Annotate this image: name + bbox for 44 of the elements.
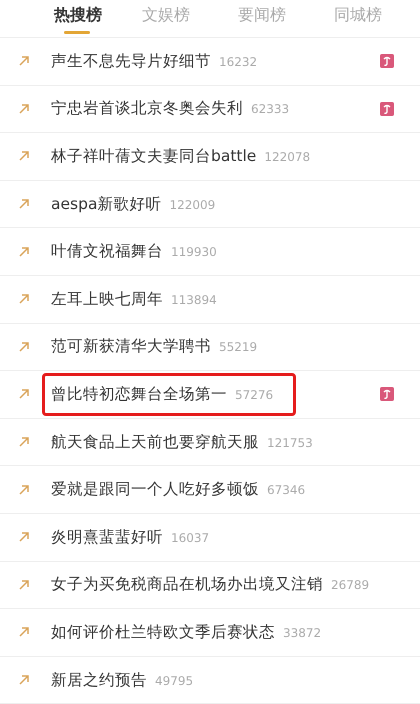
heat-count: 49795	[155, 674, 194, 688]
topic-title[interactable]: 左耳上映七周年	[51, 288, 163, 310]
heat-count: 16037	[171, 530, 210, 545]
topic-title[interactable]: aespa新歌好听	[51, 194, 162, 215]
topic-title[interactable]: 叶倩文祝福舞台	[51, 241, 163, 262]
heat-count: 119930	[171, 245, 217, 260]
heat-count: 33872	[283, 626, 322, 640]
heat-count: 67346	[267, 483, 306, 498]
arrow-icon	[18, 578, 30, 591]
arrow-icon	[18, 340, 30, 353]
arrow-icon	[18, 531, 30, 544]
arrow-icon	[18, 484, 30, 496]
heat-count: 16232	[219, 54, 258, 69]
heat-count: 62333	[251, 102, 290, 116]
topic-title[interactable]: 宁忠岩首谈北京冬奥会失利	[51, 98, 243, 120]
heat-count: 26789	[331, 578, 370, 592]
topic-title[interactable]: 范可新获清华大学聘书	[51, 336, 211, 358]
heat-count: 113894	[171, 292, 217, 307]
heat-count: 121753	[267, 436, 313, 450]
tab[interactable]: 热搜榜	[42, 0, 114, 37]
topic-title[interactable]: 林子祥叶蒨文夫妻同台battle	[51, 146, 256, 167]
arrow-icon	[18, 102, 30, 115]
arrow-icon	[18, 198, 30, 210]
heat-count: 122078	[264, 150, 310, 164]
topic-title[interactable]: 声生不息先导片好细节	[51, 50, 211, 72]
arrow-icon	[18, 436, 30, 448]
arrow-icon	[18, 293, 30, 306]
topic-title[interactable]: 女子为买免税商品在机场办出境又注销	[51, 574, 323, 596]
tab-underline	[64, 31, 90, 34]
topic-title[interactable]: 曾比特初恋舞台全场第一	[51, 384, 227, 405]
arrow-icon	[18, 626, 30, 638]
arrow-icon	[18, 246, 30, 258]
topic-title[interactable]: 如何评价杜兰特欧文季后赛状态	[51, 622, 275, 643]
arrow-icon	[18, 674, 30, 686]
topic-title[interactable]: 航天食品上天前也要穿航天服	[51, 432, 259, 453]
heat-count: 55219	[219, 340, 258, 354]
arrow-icon	[18, 55, 30, 68]
topic-title[interactable]: 爱就是跟同一个人吃好多顿饭	[51, 479, 259, 500]
topic-title[interactable]: 新居之约预告	[51, 670, 147, 691]
arrow-icon	[18, 150, 30, 162]
heat-count: 57276	[235, 388, 274, 402]
heat-count: 122009	[169, 198, 216, 212]
arrow-icon	[18, 388, 30, 400]
topic-title[interactable]: 炎明熹蜚蜚好听	[51, 526, 163, 548]
